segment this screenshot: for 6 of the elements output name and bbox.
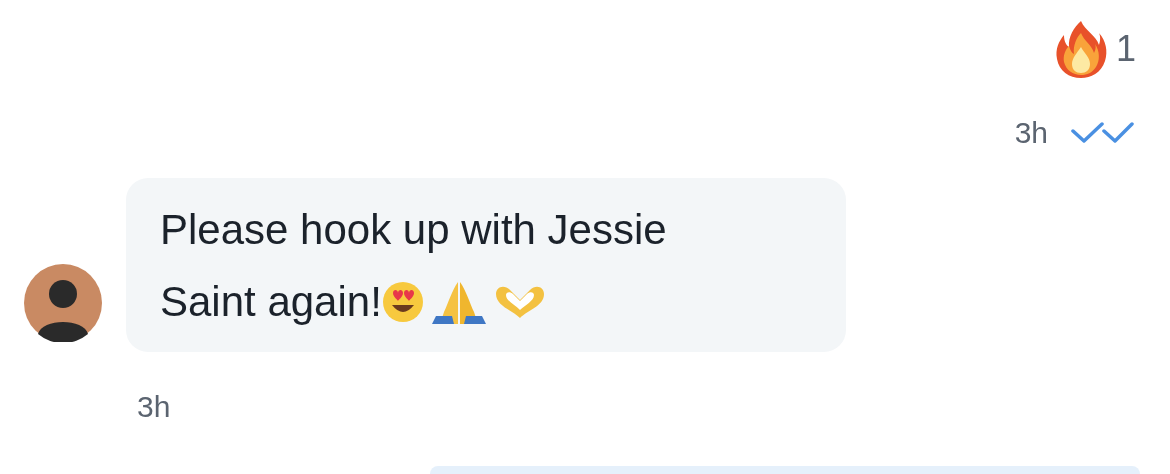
heart-eyes-emoji-icon [381, 281, 424, 323]
reaction-count: 1 [1115, 31, 1136, 67]
message-text: Please hook up with Jessie [160, 206, 667, 253]
message-time: 3h [1014, 118, 1048, 148]
message-text: Saint again! [160, 277, 382, 327]
message-time: 3h [137, 390, 171, 423]
